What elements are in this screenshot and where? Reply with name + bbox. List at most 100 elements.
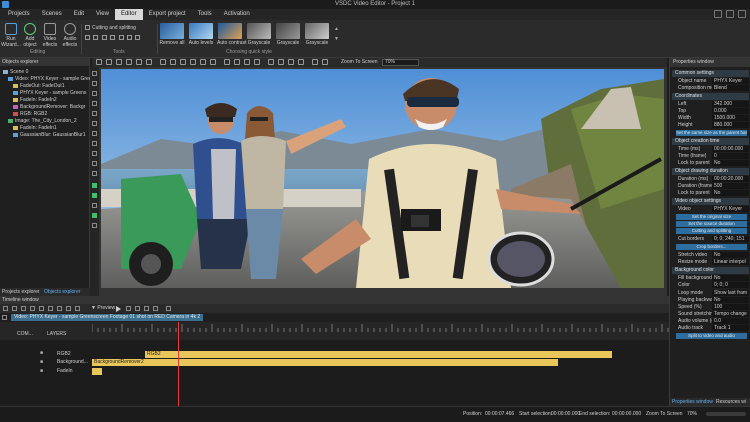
- crop-icon[interactable]: [85, 35, 90, 41]
- menu-editor[interactable]: Editor: [114, 9, 143, 20]
- prop-speed[interactable]: Speed (%) 100: [672, 304, 749, 311]
- rotate-icon[interactable]: [93, 35, 99, 41]
- menu-projects[interactable]: Projects: [2, 9, 36, 20]
- tree-item[interactable]: Video: PHYX Keyer - sample Greer: [8, 76, 93, 83]
- volume-icon[interactable]: [166, 306, 171, 311]
- maximize-icon[interactable]: [726, 10, 734, 18]
- grid-icon[interactable]: [268, 59, 274, 65]
- style-grayscale-1[interactable]: Grayscale: [246, 23, 272, 46]
- prop-playing-backward[interactable]: Playing backward No: [672, 297, 749, 304]
- menu-export-project[interactable]: Export project: [143, 9, 192, 20]
- prop-audio-volume[interactable]: Audio volume (d 0.0: [672, 318, 749, 325]
- source-duration-button[interactable]: Set the source duration: [676, 221, 747, 227]
- tree-item[interactable]: PHYX Keyer - sample Greens: [13, 90, 86, 97]
- flip-icon[interactable]: [101, 35, 107, 41]
- prop-resize-mode[interactable]: Resize mode Linear interpol: [672, 259, 749, 266]
- play-icon[interactable]: [116, 306, 121, 312]
- menu-activation[interactable]: Activation: [218, 9, 256, 20]
- prop-audio-track[interactable]: Audio track Track 1: [672, 325, 749, 332]
- tab-properties-window[interactable]: Properties window: [672, 399, 713, 405]
- track-lock-icon[interactable]: ■: [40, 368, 43, 374]
- zoom-select[interactable]: 70%: [382, 59, 419, 66]
- text-tool-icon[interactable]: [92, 71, 97, 76]
- loop-icon[interactable]: [153, 306, 158, 311]
- rectangle-tool-icon[interactable]: [92, 91, 97, 96]
- track-lock-icon[interactable]: ■: [40, 350, 43, 356]
- subtitle-tool-icon[interactable]: [92, 171, 97, 176]
- stop-icon[interactable]: [126, 306, 131, 311]
- move-icon[interactable]: [106, 59, 112, 65]
- prop-sound-stretching[interactable]: Sound stretching Tempo change: [672, 311, 749, 318]
- same-size-button[interactable]: Set the same size as the parent has: [676, 130, 747, 136]
- tree-item[interactable]: Image: The_City_London_2: [8, 118, 77, 125]
- prop-object-name[interactable]: Object name PHYX Keyer: [672, 78, 749, 85]
- playhead[interactable]: [178, 322, 179, 406]
- curve-tool-icon[interactable]: [92, 121, 97, 126]
- align-center-icon[interactable]: [170, 59, 176, 65]
- timeline-marker-icon[interactable]: [39, 306, 44, 311]
- zoom-slider[interactable]: [706, 412, 746, 416]
- prev-frame-icon[interactable]: [135, 306, 140, 311]
- styles-scroll-down[interactable]: ▼: [334, 36, 339, 42]
- chart-tool-icon[interactable]: [92, 131, 97, 136]
- snap-icon[interactable]: [278, 59, 284, 65]
- crop-borders-button[interactable]: Crop borders...: [676, 244, 747, 250]
- section-coordinates[interactable]: Coordinates: [672, 93, 749, 100]
- run-wizard-button[interactable]: Run Wizard...: [1, 23, 21, 48]
- section-video-object-settings[interactable]: Video object settings: [672, 198, 749, 205]
- tree-item[interactable]: GaussianBlur: GaussianBlur1: [13, 132, 86, 139]
- video-effects-button[interactable]: Video effects: [40, 23, 60, 48]
- align-right-icon[interactable]: [180, 59, 186, 65]
- sprite-tool-icon[interactable]: [92, 151, 97, 156]
- prop-left[interactable]: Left 342.000: [672, 101, 749, 108]
- style-grayscale-2[interactable]: Grayscale: [275, 23, 301, 46]
- menu-scenes[interactable]: Scenes: [36, 9, 68, 20]
- tab-projects-explorer[interactable]: Projects explorer: [2, 289, 40, 295]
- prop-lock-parent-1[interactable]: Lock to parent No: [672, 160, 749, 167]
- prop-composition-mode[interactable]: Composition mo Blend: [672, 85, 749, 92]
- clip-rgb2[interactable]: RGB2: [145, 351, 612, 358]
- tree-item[interactable]: FadeOut: FadeOut1: [13, 83, 64, 90]
- ungroup-icon[interactable]: [254, 59, 260, 65]
- style-auto-levels[interactable]: Auto levels: [188, 23, 214, 46]
- group-icon[interactable]: [244, 59, 250, 65]
- animation-tool-icon[interactable]: [92, 193, 97, 198]
- settings-icon[interactable]: [312, 59, 318, 65]
- ellipse-tool-icon[interactable]: [92, 101, 97, 106]
- prop-time-frame[interactable]: Time (frame) 0: [672, 153, 749, 160]
- timeline-copy-icon[interactable]: [12, 306, 17, 311]
- counter-tool-icon[interactable]: [92, 223, 97, 228]
- tree-item[interactable]: BackgroundRemover: Backgr: [13, 104, 85, 111]
- layer-up-icon[interactable]: [224, 59, 230, 65]
- tree-item[interactable]: FadeIn: FadeIn2: [13, 97, 57, 104]
- split-icon[interactable]: [126, 35, 132, 41]
- lock-icon[interactable]: [118, 35, 124, 41]
- tree-item[interactable]: FadeIn: FadeIn1: [13, 125, 57, 132]
- minimize-icon[interactable]: [714, 10, 722, 18]
- audio-effects-button[interactable]: Audio effects: [60, 23, 80, 48]
- tab-objects-explorer[interactable]: Objects explorer: [44, 289, 80, 295]
- audio-tool-icon[interactable]: [92, 161, 97, 166]
- align-bottom-icon[interactable]: [210, 59, 216, 65]
- undo-icon[interactable]: [136, 59, 142, 65]
- image-tool-icon[interactable]: [92, 81, 97, 86]
- prop-cut-borders[interactable]: Cut borders 0; 0; 240; 151: [672, 236, 749, 243]
- zoom-to-screen-label[interactable]: Zoom To Screen: [341, 59, 378, 65]
- prop-top[interactable]: Top 0.000: [672, 108, 749, 115]
- link-icon[interactable]: [135, 35, 141, 41]
- align-left-icon[interactable]: [160, 59, 166, 65]
- pan-icon[interactable]: [116, 59, 122, 65]
- styles-scroll-up[interactable]: ▲: [334, 26, 339, 32]
- tab-resources-window[interactable]: Resources wi: [716, 399, 746, 405]
- clip-fadein[interactable]: [92, 368, 102, 375]
- prop-duration-ms[interactable]: Duration (ms) 00:00:20.000: [672, 176, 749, 183]
- style-remove-all[interactable]: Remove all: [159, 23, 185, 46]
- align-top-icon[interactable]: [190, 59, 196, 65]
- prop-duration-frames[interactable]: Duration (frame) 500: [672, 183, 749, 190]
- menu-view[interactable]: View: [90, 9, 115, 20]
- timeline-split-icon[interactable]: [48, 306, 53, 311]
- guides-icon[interactable]: [288, 59, 294, 65]
- next-frame-icon[interactable]: [144, 306, 149, 311]
- style-auto-contrast[interactable]: Auto contrast: [217, 23, 246, 46]
- mask-tool-icon[interactable]: [92, 141, 97, 146]
